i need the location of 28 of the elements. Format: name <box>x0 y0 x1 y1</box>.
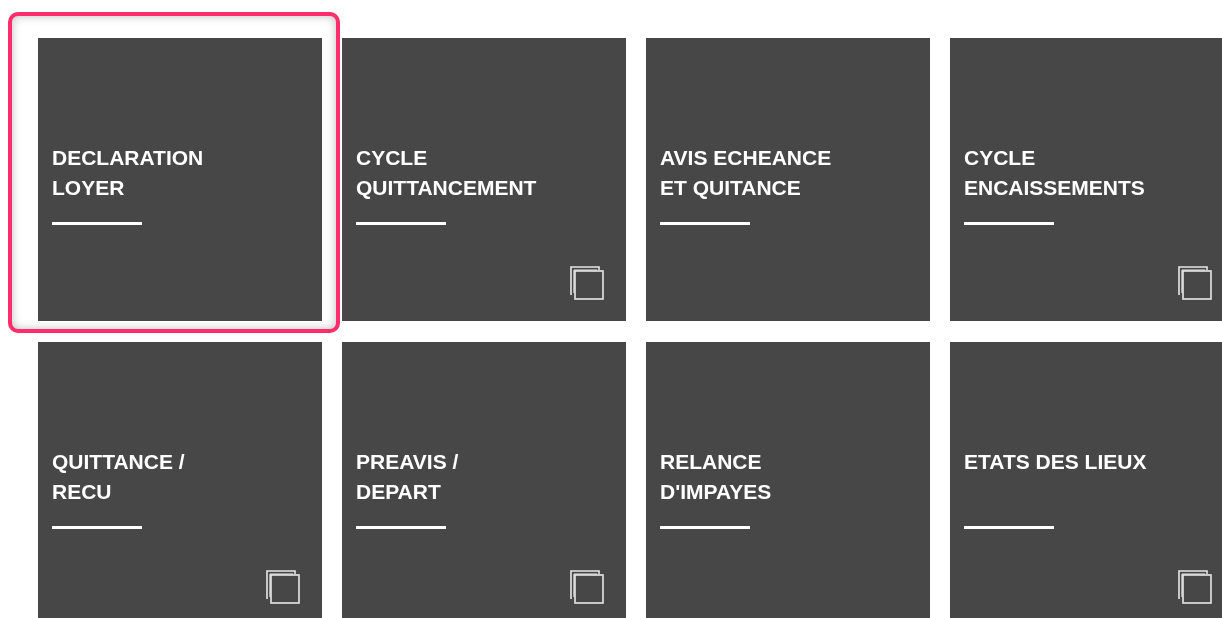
menu-tile[interactable]: PREAVIS / DEPART <box>342 342 626 618</box>
menu-tile[interactable]: CYCLE QUITTANCEMENT <box>342 38 626 321</box>
tile-title: ETATS DES LIEUX <box>964 449 1147 475</box>
copy-icon[interactable] <box>1178 570 1212 604</box>
menu-tile[interactable]: ETATS DES LIEUX <box>950 342 1222 618</box>
tile-title: CYCLE <box>356 145 428 171</box>
tile-title: QUITTANCEMENT <box>356 175 537 201</box>
copy-icon[interactable] <box>1178 266 1212 300</box>
tile-title: RECU <box>52 479 112 505</box>
copy-icon[interactable] <box>570 266 604 300</box>
menu-tile[interactable]: AVIS ECHEANCE ET QUITANCE <box>646 38 930 321</box>
menu-tile[interactable]: RELANCE D'IMPAYES <box>646 342 930 618</box>
tile-title: ET QUITANCE <box>660 175 801 201</box>
copy-icon[interactable] <box>570 570 604 604</box>
tile-title: ENCAISSEMENTS <box>964 175 1145 201</box>
tile-title: AVIS ECHEANCE <box>660 145 832 171</box>
tile-title: DECLARATION <box>52 145 204 171</box>
tile-title: LOYER <box>52 175 125 201</box>
copy-icon[interactable] <box>266 570 300 604</box>
menu-tile[interactable]: DECLARATION LOYER <box>38 38 322 321</box>
tile-title: D'IMPAYES <box>660 479 772 505</box>
tile-title: DEPART <box>356 479 441 505</box>
tile-title: PREAVIS / <box>356 449 459 475</box>
tile-title: CYCLE <box>964 145 1036 171</box>
tile-title: RELANCE <box>660 449 762 475</box>
tile-title: QUITTANCE / <box>52 449 185 475</box>
menu-tile[interactable]: CYCLE ENCAISSEMENTS <box>950 38 1222 321</box>
menu-tile[interactable]: QUITTANCE / RECU <box>38 342 322 618</box>
